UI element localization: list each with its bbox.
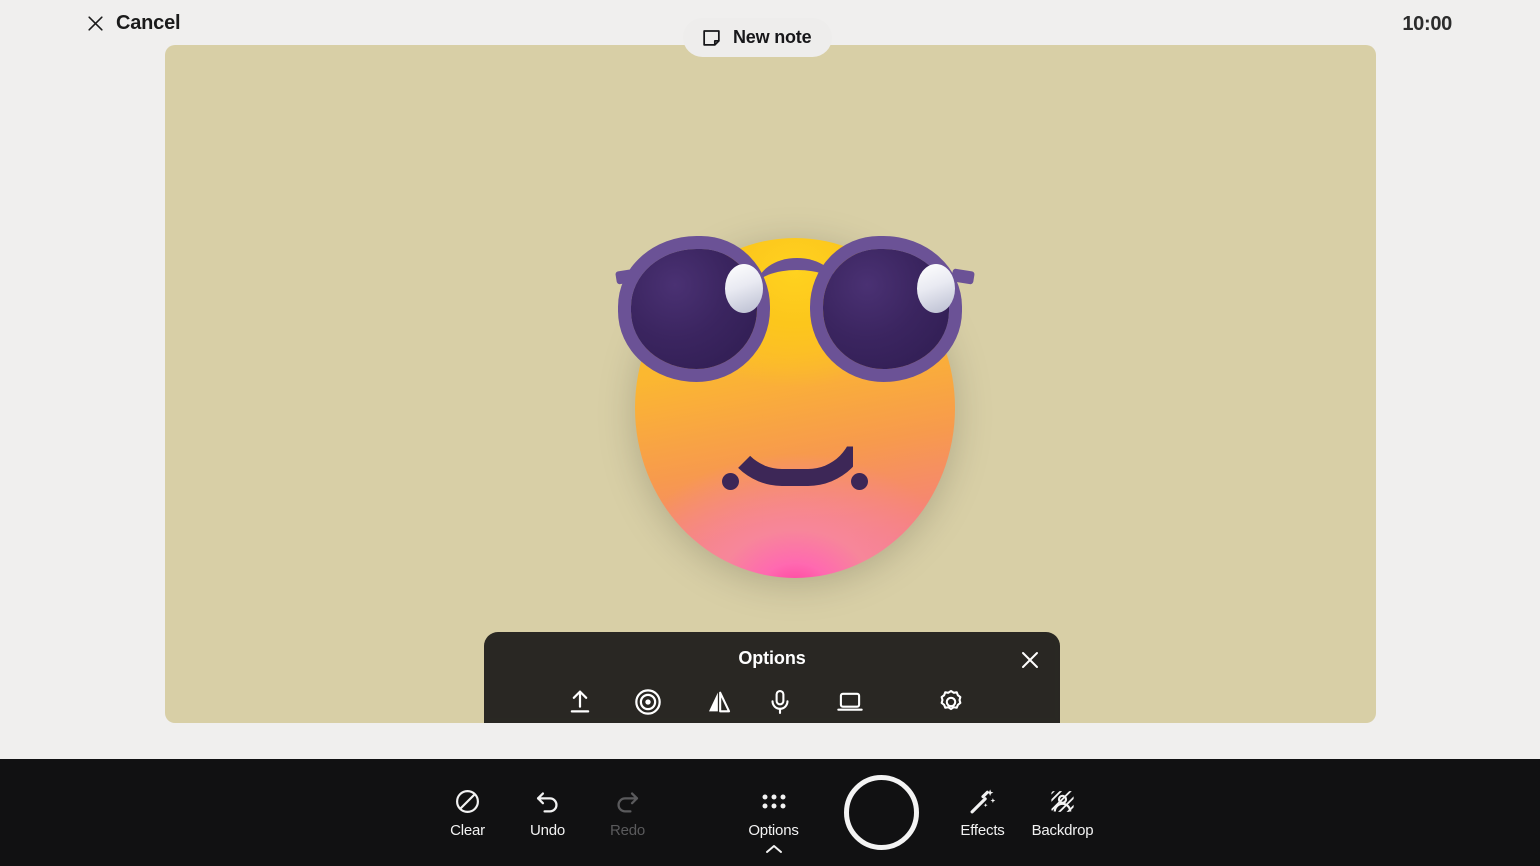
tool-label: Effects bbox=[960, 822, 1004, 839]
option-mute[interactable]: Mute bbox=[760, 687, 799, 723]
microphone-icon bbox=[766, 687, 794, 717]
tool-label: Options bbox=[748, 822, 798, 839]
sunglasses-emoji-overlay bbox=[620, 196, 970, 586]
lens-highlight-left bbox=[725, 264, 763, 313]
record-button[interactable] bbox=[844, 775, 919, 850]
upload-icon bbox=[566, 687, 594, 717]
option-label: Upload clip bbox=[545, 722, 615, 723]
cancel-label: Cancel bbox=[116, 12, 180, 35]
new-note-button[interactable]: New note bbox=[683, 18, 832, 57]
options-button[interactable]: Options bbox=[728, 786, 820, 839]
top-bar: Cancel New note 10:00 bbox=[0, 0, 1540, 45]
mirror-icon bbox=[705, 687, 733, 717]
tool-label: Undo bbox=[530, 822, 565, 839]
effects-button[interactable]: Effects bbox=[943, 786, 1023, 839]
magic-wand-icon bbox=[968, 786, 997, 816]
clear-button[interactable]: Clear bbox=[428, 786, 508, 839]
backdrop-icon bbox=[1048, 786, 1077, 816]
options-panel-title: Options bbox=[484, 648, 1060, 669]
clock: 10:00 bbox=[1402, 13, 1452, 36]
option-device-settings[interactable]: Device settings bbox=[900, 687, 1003, 723]
bottom-toolbar: Clear Undo Redo bbox=[0, 759, 1540, 866]
cancel-button[interactable]: Cancel bbox=[86, 8, 180, 38]
option-mirror-video[interactable]: Mirror video bbox=[678, 687, 760, 723]
redo-arrow-icon bbox=[613, 786, 642, 816]
grid-dots-icon bbox=[761, 786, 787, 816]
lens-highlight-right bbox=[917, 264, 955, 313]
undo-button[interactable]: Undo bbox=[508, 786, 588, 839]
option-mic-only[interactable]: Mic only bbox=[619, 687, 679, 723]
tool-label: Redo bbox=[610, 822, 645, 839]
target-circles-icon bbox=[634, 687, 662, 717]
options-list: Upload clip Mic only bbox=[484, 687, 1060, 723]
backdrop-button[interactable]: Backdrop bbox=[1023, 786, 1103, 839]
laptop-icon bbox=[836, 687, 864, 717]
undo-arrow-icon bbox=[533, 786, 562, 816]
sunglasses-temple-left bbox=[615, 268, 639, 284]
video-preview[interactable]: Options Upload clip bbox=[165, 45, 1376, 723]
sticky-note-icon bbox=[701, 27, 722, 48]
no-entry-icon bbox=[453, 786, 482, 816]
new-note-label: New note bbox=[733, 27, 811, 48]
sunglasses-temple-right bbox=[951, 268, 975, 284]
option-label: Mute bbox=[764, 722, 795, 723]
chevron-up-icon bbox=[764, 843, 784, 855]
options-panel: Options Upload clip bbox=[484, 632, 1060, 723]
close-icon[interactable] bbox=[1018, 648, 1042, 672]
tool-label: Clear bbox=[450, 822, 485, 839]
close-icon bbox=[86, 14, 105, 33]
option-label: Device settings bbox=[904, 722, 999, 723]
option-label: Mirror video bbox=[682, 722, 756, 723]
option-record-screen[interactable]: Record screen bbox=[800, 687, 900, 723]
tool-label: Backdrop bbox=[1032, 822, 1094, 839]
bottom-tools: Clear Undo Redo bbox=[0, 759, 1540, 866]
gear-icon bbox=[937, 687, 965, 717]
option-upload-clip[interactable]: Upload clip bbox=[541, 687, 619, 723]
option-label: Record screen bbox=[804, 722, 896, 723]
redo-button[interactable]: Redo bbox=[588, 786, 668, 839]
option-label: Mic only bbox=[623, 722, 675, 723]
